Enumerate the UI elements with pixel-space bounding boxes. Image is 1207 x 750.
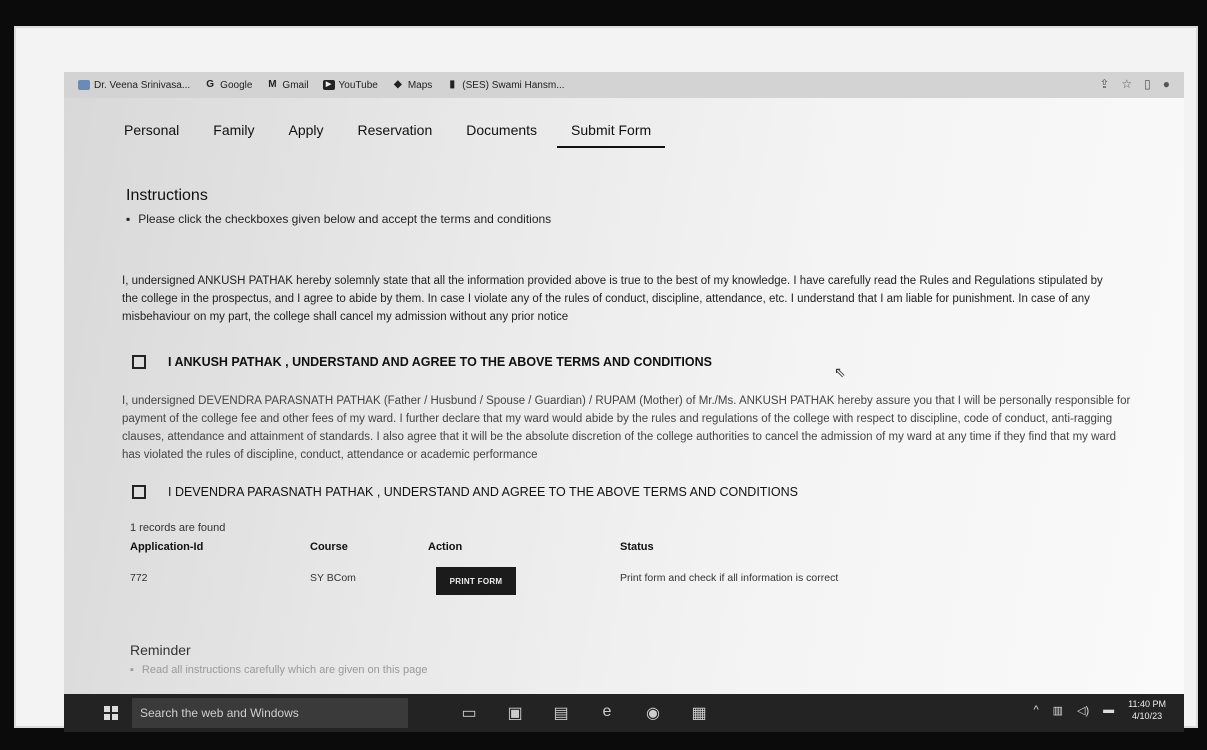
cell-course: SY BCom	[310, 572, 356, 584]
gmail-icon: M	[268, 79, 277, 90]
reminder-bullet: Read all instructions carefully which ar…	[130, 664, 428, 676]
chrome-icon[interactable]: ◉	[642, 703, 664, 723]
student-declaration: I, undersigned ANKUSH PATHAK hereby sole…	[122, 275, 1103, 323]
store-icon[interactable]: ▣	[504, 703, 526, 723]
profile-icon	[78, 80, 90, 90]
taskbar-search-box[interactable]: Search the web and Windows	[132, 698, 408, 728]
bookmark-profile[interactable]: Dr. Veena Srinivasa...	[78, 80, 190, 91]
bookmark-label: Google	[220, 79, 253, 91]
bookmark-youtube[interactable]: ▶ YouTube	[322, 79, 378, 91]
header-action: Action	[428, 541, 463, 553]
tab-personal[interactable]: Personal	[124, 122, 179, 148]
bookmark-label: Maps	[407, 79, 433, 91]
bookmark-label: (SES) Swami Hansm...	[462, 79, 565, 91]
header-status: Status	[620, 541, 654, 553]
avatar-icon[interactable]: ●	[1163, 77, 1170, 91]
app-icon[interactable]: ▦	[688, 703, 710, 723]
notification-icon[interactable]: ▬	[1103, 704, 1114, 716]
youtube-icon: ▶	[322, 80, 335, 90]
tab-submit-form[interactable]: Submit Form	[557, 122, 666, 148]
monitor-screen: Dr. Veena Srinivasa... G Google M Gmail …	[64, 72, 1184, 732]
clock-time: 11:40 PM	[1128, 699, 1166, 709]
cell-application-id: 772	[130, 572, 148, 584]
windows-start-icon[interactable]	[104, 706, 118, 720]
share-icon[interactable]: ⇪	[1099, 77, 1109, 91]
cell-status: Print form and check if all information …	[620, 572, 839, 584]
mouse-cursor-icon: ⇖	[834, 364, 846, 380]
windows-taskbar: Search the web and Windows ▭ ▣ ▤ e ◉ ▦ ^…	[64, 694, 1184, 732]
tab-apply[interactable]: Apply	[289, 122, 324, 148]
bookmark-label: YouTube	[338, 79, 378, 91]
records-count: 1 records are found	[130, 522, 226, 534]
star-icon[interactable]: ☆	[1121, 77, 1132, 91]
system-tray: ^ ▥ ◁) ▬ 11:40 PM 4/10/23	[1033, 698, 1166, 722]
bookmark-label: Dr. Veena Srinivasa...	[94, 79, 191, 91]
task-view-icon[interactable]: ▭	[458, 703, 480, 723]
student-agree-checkbox[interactable]	[132, 355, 146, 369]
network-icon[interactable]: ▥	[1053, 704, 1063, 717]
form-tabs: Personal Family Apply Reservation Docume…	[124, 122, 699, 148]
maps-icon: ◆	[393, 79, 402, 90]
tab-documents[interactable]: Documents	[466, 122, 537, 148]
bookmark-google[interactable]: G Google	[204, 80, 252, 91]
bookmark-label: Gmail	[282, 79, 309, 91]
instructions-bullet: Please click the checkboxes given below …	[126, 212, 551, 226]
browser-actions: ⇪ ☆ ▯ ●	[1099, 77, 1170, 91]
taskbar-clock[interactable]: 11:40 PM 4/10/23	[1128, 698, 1166, 722]
parent-agree-label: I DEVENDRA PARASNATH PATHAK , UNDERSTAND…	[168, 485, 798, 499]
print-form-button[interactable]: PRINT FORM	[436, 567, 516, 595]
student-agree-label: I ANKUSH PATHAK , UNDERSTAND AND AGREE T…	[168, 355, 712, 369]
edge-icon[interactable]: e	[596, 703, 618, 723]
photo-frame: Dr. Veena Srinivasa... G Google M Gmail …	[14, 26, 1198, 732]
google-icon: G	[206, 79, 215, 90]
book-icon: ▮	[449, 79, 456, 90]
volume-icon[interactable]: ◁)	[1077, 704, 1089, 717]
reminder-heading: Reminder	[130, 642, 191, 658]
bookmark-maps[interactable]: ◆ Maps	[392, 80, 432, 91]
header-application-id: Application-Id	[130, 541, 204, 553]
parent-agree-checkbox[interactable]	[132, 485, 146, 499]
parent-declaration: I, undersigned DEVENDRA PARASNATH PATHAK…	[122, 395, 1131, 461]
bookmarks-bar: Dr. Veena Srinivasa... G Google M Gmail …	[64, 72, 1184, 98]
chevron-up-icon[interactable]: ^	[1033, 704, 1038, 716]
clock-date: 4/10/23	[1132, 711, 1163, 721]
bookmark-gmail[interactable]: M Gmail	[266, 80, 308, 91]
header-course: Course	[310, 541, 348, 553]
taskbar-apps: ▭ ▣ ▤ e ◉ ▦	[458, 703, 710, 723]
tab-reservation[interactable]: Reservation	[358, 122, 433, 148]
bookmark-ses[interactable]: ▮ (SES) Swami Hansm...	[446, 79, 565, 91]
file-explorer-icon[interactable]: ▤	[550, 703, 572, 723]
student-agree-row: I ANKUSH PATHAK , UNDERSTAND AND AGREE T…	[132, 355, 712, 369]
instructions-heading: Instructions	[126, 187, 208, 204]
tab-family[interactable]: Family	[213, 122, 254, 148]
parent-agree-row: I DEVENDRA PARASNATH PATHAK , UNDERSTAND…	[132, 485, 798, 499]
sidepanel-icon[interactable]: ▯	[1144, 77, 1151, 91]
